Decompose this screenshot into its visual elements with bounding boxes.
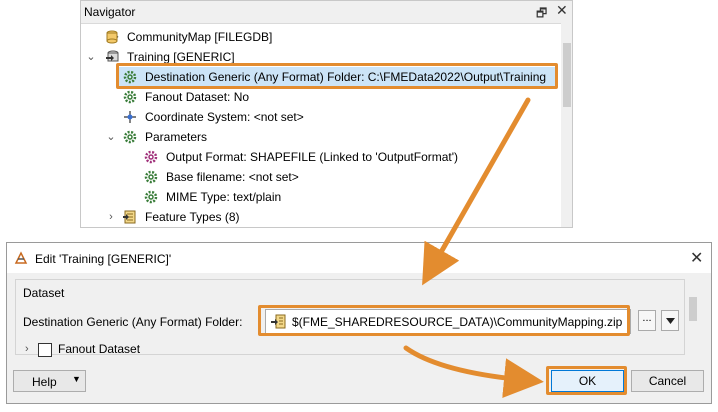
callout-arrows xyxy=(403,97,544,399)
arrow-to-field xyxy=(422,97,531,286)
arrow-to-ok xyxy=(403,345,544,399)
